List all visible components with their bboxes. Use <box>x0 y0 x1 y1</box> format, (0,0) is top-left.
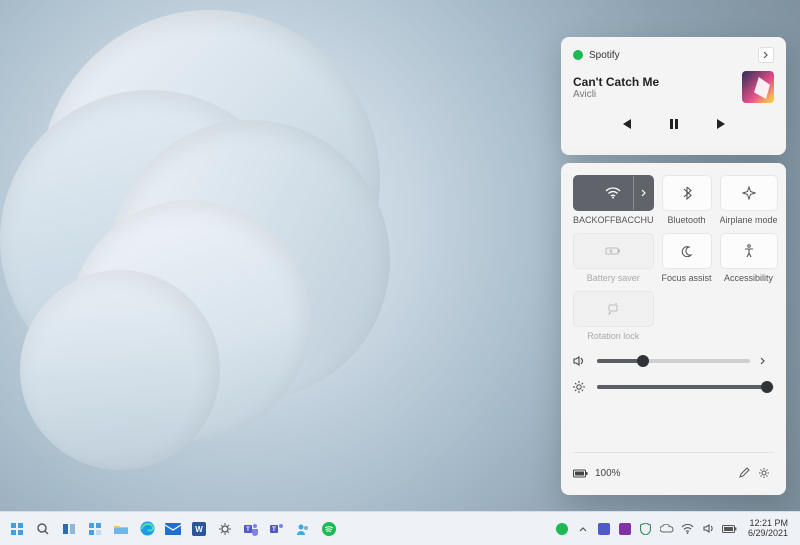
tile-label: Accessibility <box>720 273 778 283</box>
focus-icon <box>681 245 693 257</box>
settings-button[interactable] <box>754 463 774 483</box>
next-track-button[interactable] <box>713 115 731 133</box>
volume-icon <box>573 355 587 367</box>
battery-icon <box>573 469 589 478</box>
rotation-icon <box>606 303 620 315</box>
tray-wifi-icon[interactable] <box>679 520 697 538</box>
battery-saver-tile[interactable] <box>573 233 654 269</box>
edge-icon[interactable] <box>136 518 158 540</box>
tray-onedrive-icon[interactable] <box>658 520 676 538</box>
airplane-icon <box>742 186 756 200</box>
track-title: Can't Catch Me <box>573 75 742 89</box>
pause-button[interactable] <box>665 115 683 133</box>
tray-battery-icon[interactable] <box>721 520 739 538</box>
media-app-name: Spotify <box>589 50 620 61</box>
edit-quick-settings-button[interactable] <box>734 463 754 483</box>
volume-row <box>573 355 774 367</box>
taskbar: W T T 12:21 PM 6/29/2021 <box>0 511 800 545</box>
tile-label: Focus assist <box>662 273 712 283</box>
wifi-tile[interactable] <box>573 175 654 211</box>
spotify-taskbar-icon[interactable] <box>318 518 340 540</box>
people-icon[interactable] <box>292 518 314 540</box>
settings-icon[interactable] <box>214 518 236 540</box>
tile-label: Bluetooth <box>662 215 712 225</box>
brightness-slider[interactable] <box>597 385 774 389</box>
spotify-icon <box>573 50 583 60</box>
airplane-mode-tile[interactable] <box>720 175 778 211</box>
mail-icon[interactable] <box>162 518 184 540</box>
tray-volume-icon[interactable] <box>700 520 718 538</box>
wallpaper-bloom <box>0 0 480 490</box>
svg-text:T: T <box>272 527 276 533</box>
expand-button[interactable] <box>758 47 774 63</box>
accessibility-icon <box>743 244 755 258</box>
album-art <box>742 71 774 103</box>
battery-text[interactable]: 100% <box>595 468 621 479</box>
clock[interactable]: 12:21 PM 6/29/2021 <box>742 519 794 539</box>
bluetooth-tile[interactable] <box>662 175 712 211</box>
tray-onenote-icon[interactable] <box>616 520 634 538</box>
search-button[interactable] <box>32 518 54 540</box>
tray-security-icon[interactable] <box>637 520 655 538</box>
start-button[interactable] <box>6 518 28 540</box>
clock-date: 6/29/2021 <box>748 529 788 539</box>
track-artist: Avicli <box>573 89 742 100</box>
teams2-icon[interactable]: T <box>266 518 288 540</box>
teams-icon[interactable]: T <box>240 518 262 540</box>
task-view-button[interactable] <box>58 518 80 540</box>
tile-label: Rotation lock <box>573 331 654 341</box>
wifi-icon <box>605 187 621 199</box>
brightness-row <box>573 381 774 393</box>
desktop: Spotify Can't Catch Me Avicli <box>0 0 800 545</box>
tile-label: Battery saver <box>573 273 654 283</box>
widgets-button[interactable] <box>84 518 106 540</box>
battery-saver-icon <box>605 246 621 256</box>
wifi-expand-button[interactable] <box>633 176 653 210</box>
tray-teams-icon[interactable] <box>595 520 613 538</box>
focus-assist-tile[interactable] <box>662 233 712 269</box>
bluetooth-icon <box>682 186 692 200</box>
quick-settings-panel: BACKOFFBACCHU Bluetooth Airplane mode Ba… <box>561 163 786 495</box>
word-icon[interactable]: W <box>188 518 210 540</box>
brightness-icon <box>573 381 587 393</box>
file-explorer-icon[interactable] <box>110 518 132 540</box>
media-flyout: Spotify Can't Catch Me Avicli <box>561 37 786 155</box>
quick-settings-tiles: BACKOFFBACCHU Bluetooth Airplane mode Ba… <box>573 175 774 341</box>
volume-expand-button[interactable] <box>760 357 774 365</box>
tile-label: Airplane mode <box>720 215 778 225</box>
tray-spotify-icon[interactable] <box>553 520 571 538</box>
svg-text:T: T <box>246 527 250 533</box>
accessibility-tile[interactable] <box>720 233 778 269</box>
tile-label: BACKOFFBACCHU <box>573 215 654 225</box>
volume-slider[interactable] <box>597 359 750 363</box>
previous-track-button[interactable] <box>617 115 635 133</box>
svg-text:W: W <box>195 525 203 534</box>
tray-chevron-icon[interactable] <box>574 520 592 538</box>
rotation-lock-tile[interactable] <box>573 291 654 327</box>
